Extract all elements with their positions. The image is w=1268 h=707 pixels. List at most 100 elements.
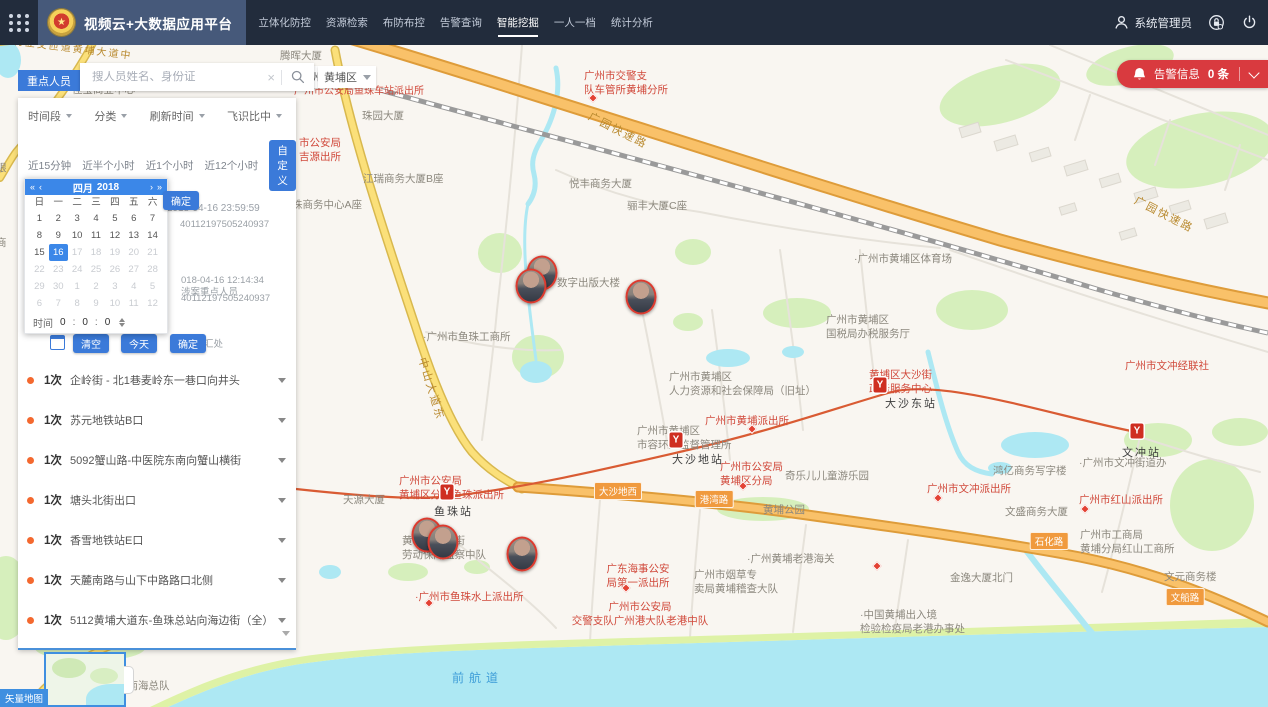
minute-value[interactable]: 0	[82, 317, 88, 328]
person-capture-marker[interactable]	[516, 269, 547, 304]
day-cell[interactable]: 9	[87, 295, 106, 312]
nav-item-布防布控[interactable]: 布防布控	[383, 15, 425, 30]
tab-key-persons[interactable]: 重点人员	[18, 70, 80, 91]
quick-range-近15分钟[interactable]: 近15分钟	[28, 158, 71, 173]
day-cell[interactable]: 3	[68, 210, 87, 227]
time-stepper[interactable]	[119, 318, 125, 327]
day-cell[interactable]: 11	[87, 227, 106, 244]
chevron-down-icon[interactable]	[278, 418, 286, 423]
day-cell[interactable]: 24	[68, 261, 87, 278]
today-button[interactable]: 今天	[121, 334, 157, 353]
nav-item-一人一档[interactable]: 一人一档	[554, 15, 596, 30]
nav-item-资源检索[interactable]: 资源检索	[326, 15, 368, 30]
security-lock-icon[interactable]	[1208, 14, 1225, 31]
day-cell[interactable]: 13	[124, 227, 143, 244]
day-cell[interactable]: 9	[49, 227, 68, 244]
filter-分类[interactable]: 分类	[94, 108, 127, 124]
quick-range-近1个小时[interactable]: 近1个小时	[146, 158, 194, 173]
chevron-down-icon[interactable]	[1248, 67, 1259, 78]
hour-value[interactable]: 0	[60, 317, 66, 328]
day-cell[interactable]: 8	[30, 227, 49, 244]
day-cell[interactable]: 20	[124, 244, 143, 261]
user-menu[interactable]: 系统管理员	[1113, 14, 1193, 31]
filter-时间段[interactable]: 时间段	[28, 108, 72, 124]
power-icon[interactable]	[1241, 14, 1258, 31]
day-cell[interactable]: 12	[105, 227, 124, 244]
apps-grid-icon[interactable]	[0, 0, 38, 45]
district-select[interactable]: 黄埔区	[318, 66, 376, 88]
day-cell[interactable]: 10	[105, 295, 124, 312]
nav-item-统计分析[interactable]: 统计分析	[611, 15, 653, 30]
clear-button[interactable]: 清空	[73, 334, 109, 353]
chevron-down-icon[interactable]	[278, 578, 286, 583]
day-cell[interactable]: 5	[143, 278, 162, 295]
day-cell[interactable]: 17	[68, 244, 87, 261]
day-cell[interactable]: 23	[49, 261, 68, 278]
chevron-down-icon[interactable]	[278, 538, 286, 543]
list-item[interactable]: 1次企岭街 - 北1巷麦岭东一巷口向井头	[18, 360, 296, 400]
nav-item-立体化防控[interactable]: 立体化防控	[258, 15, 311, 30]
quick-range-近半个小时[interactable]: 近半个小时	[82, 158, 135, 173]
list-item[interactable]: 1次5092蟹山路-中医院东南向蟹山横街	[18, 440, 296, 480]
day-cell[interactable]: 15	[30, 244, 49, 261]
next-year-button[interactable]: »	[157, 182, 162, 192]
day-cell[interactable]: 11	[124, 295, 143, 312]
chevron-down-icon[interactable]	[278, 378, 286, 383]
day-cell[interactable]: 2	[87, 278, 106, 295]
day-cell[interactable]: 10	[68, 227, 87, 244]
day-cell[interactable]: 25	[87, 261, 106, 278]
day-cell[interactable]: 4	[124, 278, 143, 295]
calendar-icon[interactable]	[50, 335, 65, 350]
day-cell[interactable]: 21	[143, 244, 162, 261]
prev-year-button[interactable]: «	[30, 182, 35, 192]
list-item[interactable]: 1次香雪地铁站E口	[18, 520, 296, 560]
list-item[interactable]: 1次苏元地铁站B口	[18, 400, 296, 440]
clear-icon[interactable]: ×	[261, 70, 281, 85]
day-cell[interactable]: 1	[68, 278, 87, 295]
custom-range-button[interactable]: 自定义	[269, 140, 296, 191]
list-item[interactable]: 1次天麓南路与山下中路路口北侧	[18, 560, 296, 600]
alert-pill[interactable]: 告警信息 0 条	[1117, 60, 1268, 88]
day-cell[interactable]: 18	[87, 244, 106, 261]
nav-item-智能挖掘[interactable]: 智能挖掘	[497, 15, 539, 30]
next-month-button[interactable]: ›	[150, 182, 153, 192]
filter-飞识比中[interactable]: 飞识比中	[227, 108, 282, 124]
day-cell[interactable]: 26	[105, 261, 124, 278]
day-cell[interactable]: 16	[49, 244, 68, 261]
chevron-down-icon[interactable]	[278, 458, 286, 463]
prev-month-button[interactable]: ‹	[39, 182, 42, 192]
person-capture-marker[interactable]	[428, 525, 459, 560]
calendar-confirm-button[interactable]: 确定	[163, 191, 199, 210]
day-cell[interactable]: 12	[143, 295, 162, 312]
person-capture-marker[interactable]	[626, 280, 657, 315]
chevron-down-icon[interactable]	[278, 498, 286, 503]
day-cell[interactable]: 30	[49, 278, 68, 295]
list-item[interactable]: 1次塘头北街出口	[18, 480, 296, 520]
confirm-button[interactable]: 确定	[170, 334, 206, 353]
day-cell[interactable]: 1	[30, 210, 49, 227]
day-cell[interactable]: 4	[87, 210, 106, 227]
year-label[interactable]: 2018	[97, 182, 119, 193]
search-icon[interactable]	[282, 70, 314, 84]
day-cell[interactable]: 3	[105, 278, 124, 295]
scroll-down-icon[interactable]	[282, 631, 290, 636]
day-cell[interactable]: 8	[68, 295, 87, 312]
day-cell[interactable]: 5	[105, 210, 124, 227]
minimap-collapse-handle[interactable]	[124, 666, 134, 694]
day-cell[interactable]: 6	[30, 295, 49, 312]
person-capture-marker[interactable]	[507, 537, 538, 572]
day-cell[interactable]: 27	[124, 261, 143, 278]
day-cell[interactable]: 19	[105, 244, 124, 261]
filter-刷新时间[interactable]: 刷新时间	[150, 108, 205, 124]
month-label[interactable]: 四月	[73, 180, 93, 195]
day-cell[interactable]: 14	[143, 227, 162, 244]
second-value[interactable]: 0	[105, 317, 111, 328]
search-input[interactable]	[80, 71, 261, 83]
minimap[interactable]	[44, 652, 126, 707]
nav-item-告警查询[interactable]: 告警查询	[440, 15, 482, 30]
day-cell[interactable]: 7	[143, 210, 162, 227]
chevron-down-icon[interactable]	[278, 618, 286, 623]
day-cell[interactable]: 7	[49, 295, 68, 312]
list-item[interactable]: 1次5112黄埔大道东-鱼珠总站向海边街（全）	[18, 600, 296, 640]
vector-map-badge[interactable]: 矢量地图	[0, 689, 48, 707]
